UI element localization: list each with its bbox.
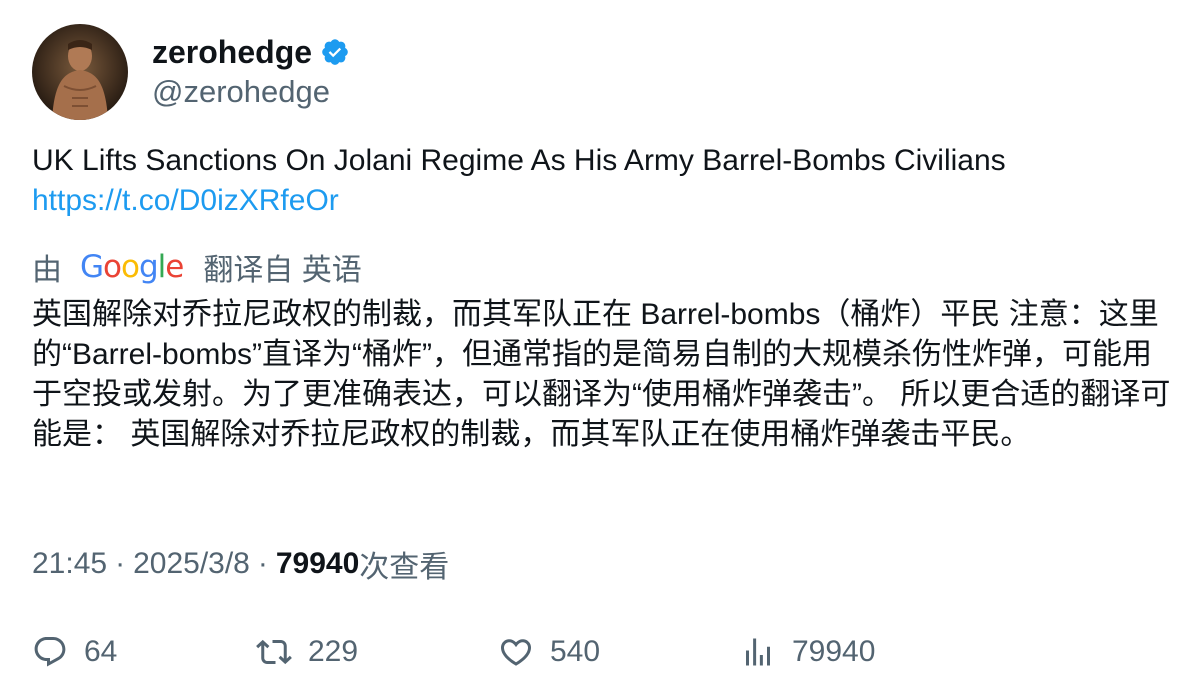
translation-attribution: 由 Google 翻译自 英语 (32, 247, 362, 287)
reply-count: 64 (84, 635, 118, 668)
avatar[interactable] (32, 24, 128, 120)
heart-icon (500, 639, 532, 666)
retweet-icon (256, 639, 292, 665)
translation-suffix: 翻译自 英语 (203, 254, 362, 287)
meta-separator: · (115, 547, 126, 580)
handle[interactable]: @zerohedge (152, 72, 350, 112)
display-name[interactable]: zerohedge (152, 32, 312, 72)
tweet-link[interactable]: https://t.co/D0izXRfeOr (32, 181, 1172, 221)
avatar-image (32, 24, 128, 120)
retweet-count: 229 (308, 635, 359, 668)
verified-badge-icon (322, 39, 348, 65)
translated-text: 英国解除对乔拉尼政权的制裁，而其军队正在 Barrel-bombs（桶炸）平民 … (32, 298, 1171, 451)
meta-separator-2: · (257, 547, 268, 580)
tweet-text: UK Lifts Sanctions On Jolani Regime As H… (32, 144, 1006, 177)
tweet-time[interactable]: 21:45 (32, 547, 107, 581)
tweet-body: UK Lifts Sanctions On Jolani Regime As H… (32, 141, 1172, 221)
like-count: 540 (550, 635, 601, 668)
reply-icon (34, 637, 66, 667)
action-bar: 64 229 540 79940 (32, 630, 1172, 674)
reply-button[interactable]: 64 (32, 630, 117, 674)
tweet-meta: 21:45 · 2025/3/8 · 79940 次查看 (32, 544, 449, 584)
like-button[interactable]: 540 (498, 630, 600, 674)
views-count: 79940 (275, 547, 360, 580)
retweet-button[interactable]: 229 (256, 630, 358, 674)
google-logo: Google (80, 249, 184, 285)
translation-prefix: 由 (32, 254, 62, 287)
tweet-header: zerohedge @zerohedge (32, 24, 350, 120)
views-label: 次查看 (359, 551, 450, 584)
tweet-date[interactable]: 2025/3/8 (133, 547, 250, 581)
views-action-count: 79940 (792, 635, 876, 668)
analytics-icon (746, 638, 770, 666)
views-button[interactable]: 79940 (740, 630, 875, 674)
